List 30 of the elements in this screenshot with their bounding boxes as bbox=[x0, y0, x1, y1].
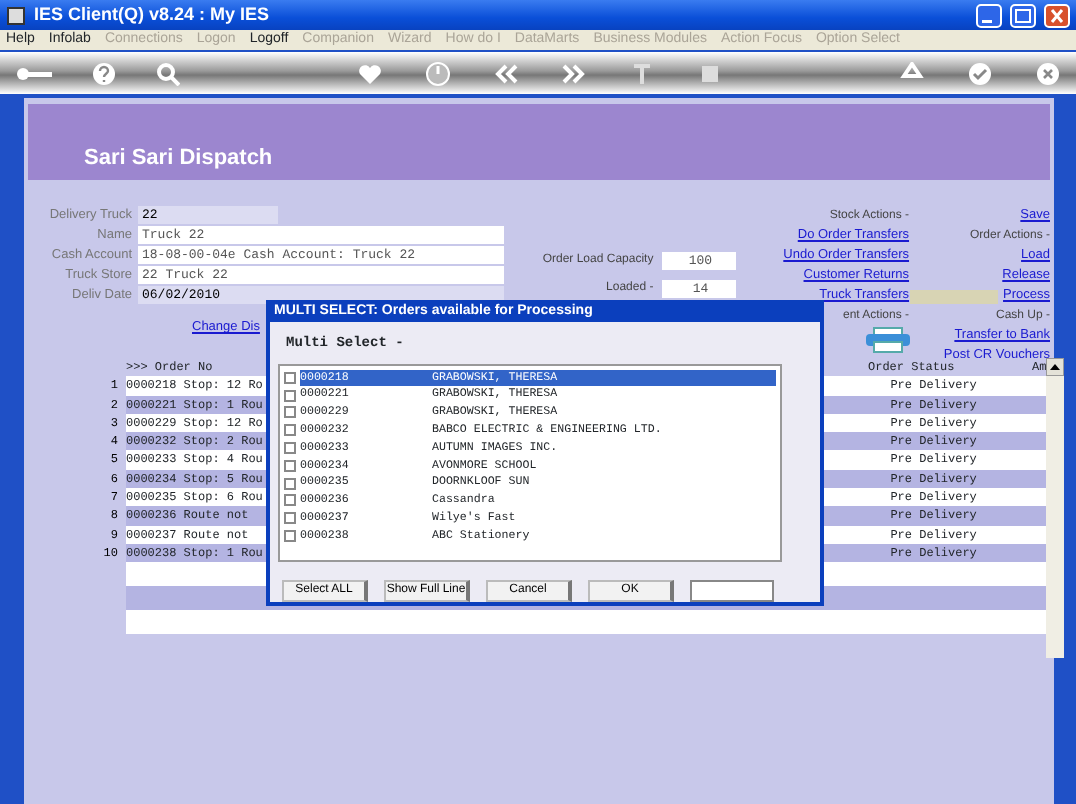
fast-forward-icon[interactable] bbox=[562, 61, 586, 85]
checkbox[interactable] bbox=[284, 477, 296, 490]
maximize-icon[interactable] bbox=[1010, 3, 1036, 27]
help-icon[interactable] bbox=[92, 61, 116, 85]
scrollbar[interactable] bbox=[1046, 358, 1065, 658]
close-icon[interactable] bbox=[1044, 3, 1070, 27]
checkbox[interactable] bbox=[284, 459, 296, 472]
checkbox[interactable] bbox=[284, 512, 296, 525]
input-field[interactable] bbox=[690, 579, 774, 601]
checkbox[interactable] bbox=[284, 442, 296, 455]
check-icon[interactable] bbox=[968, 61, 992, 85]
search-icon[interactable] bbox=[156, 61, 180, 85]
window-title: IES Client(Q) v8.24 : My IES bbox=[34, 1, 270, 28]
checkbox[interactable] bbox=[284, 406, 296, 419]
app-icon bbox=[6, 5, 26, 25]
checkbox[interactable] bbox=[284, 389, 296, 402]
page-title: Sari Sari Dispatch bbox=[84, 146, 273, 170]
scroll-up-icon[interactable] bbox=[1046, 358, 1065, 376]
minimize-icon[interactable] bbox=[976, 3, 1002, 27]
rewind-icon[interactable] bbox=[494, 61, 518, 85]
checkbox[interactable] bbox=[284, 530, 296, 543]
heart-icon[interactable] bbox=[358, 61, 382, 85]
text-icon[interactable] bbox=[630, 61, 654, 85]
checkbox[interactable] bbox=[284, 424, 296, 437]
close-icon[interactable] bbox=[1036, 61, 1060, 85]
checkbox[interactable] bbox=[284, 371, 296, 384]
power-icon[interactable] bbox=[426, 61, 450, 85]
stop-icon[interactable] bbox=[698, 61, 722, 85]
checkbox[interactable] bbox=[284, 494, 296, 507]
printer-icon[interactable] bbox=[865, 326, 910, 354]
